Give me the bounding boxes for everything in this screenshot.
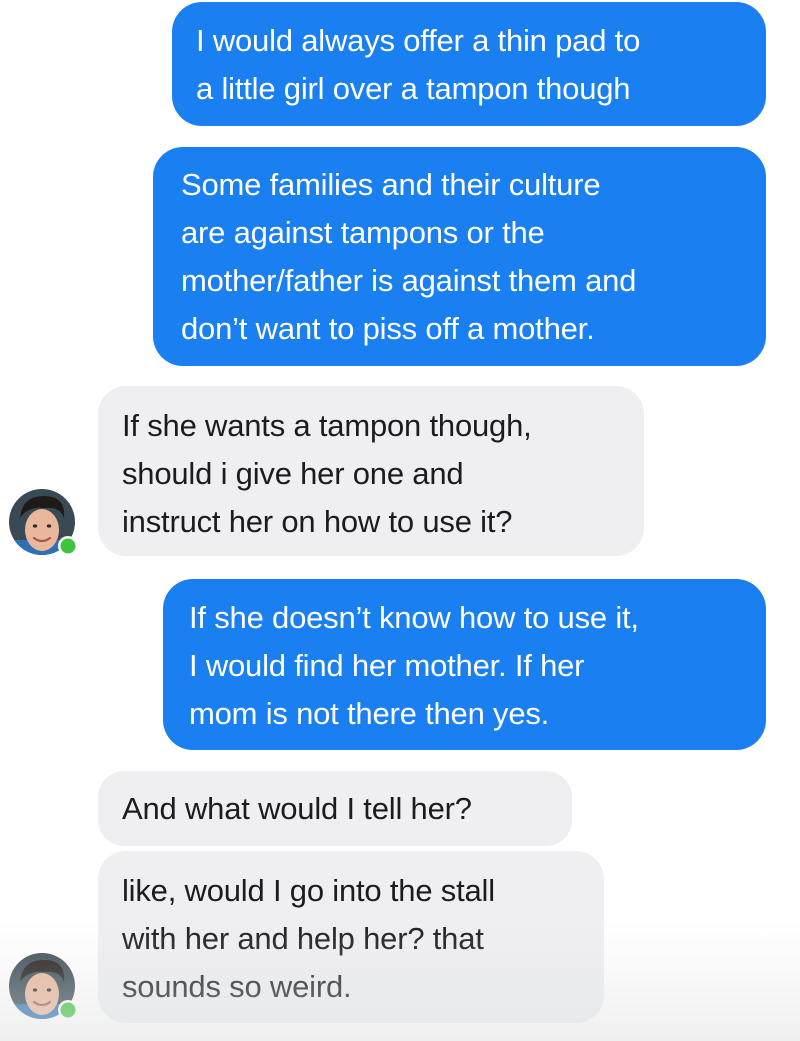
outgoing-message-bubble[interactable]: Some families and their culture are agai…	[153, 147, 766, 366]
sender-avatar[interactable]	[8, 488, 80, 560]
incoming-message-bubble[interactable]: And what would I tell her?	[98, 771, 572, 846]
profile-photo-icon	[9, 489, 78, 556]
profile-photo-icon	[9, 953, 78, 1020]
sender-avatar[interactable]	[8, 952, 80, 1024]
outgoing-message-bubble[interactable]: If she doesn’t know how to use it, I wou…	[163, 579, 766, 750]
incoming-message-bubble[interactable]: like, would I go into the stall with her…	[98, 851, 604, 1023]
outgoing-message-bubble[interactable]: I would always offer a thin pad to a lit…	[172, 2, 766, 126]
incoming-message-bubble[interactable]: If she wants a tampon though, should i g…	[98, 386, 644, 556]
